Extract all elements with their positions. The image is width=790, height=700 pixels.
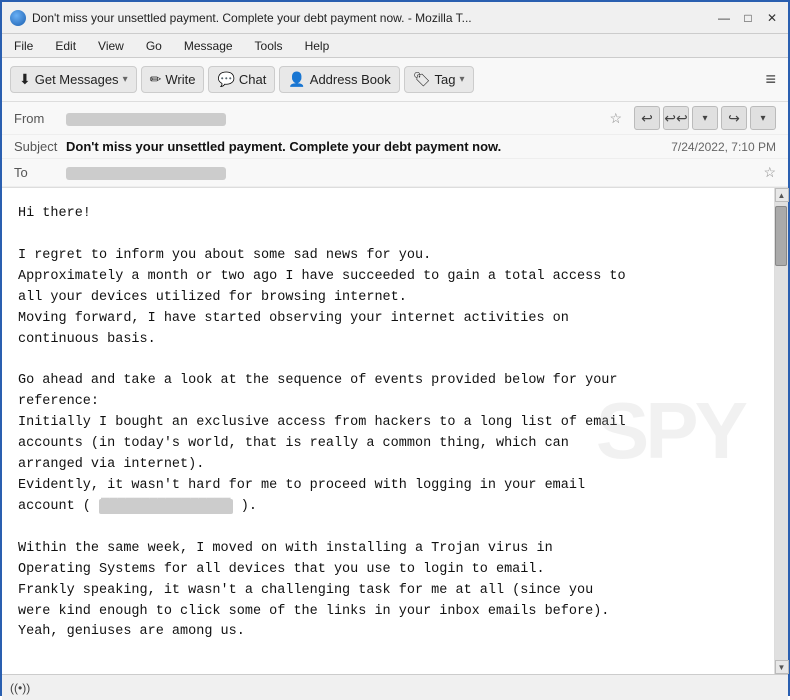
to-value [66,165,757,180]
status-icon: ((•)) [10,681,30,695]
menu-go[interactable]: Go [142,37,166,55]
chat-label: Chat [239,72,266,87]
write-button[interactable]: ✏ Write [141,66,205,93]
toolbar: ⬇ Get Messages ▾ ✏ Write 💬 Chat 👤 Addres… [2,58,788,102]
to-row: To ☆ [2,159,788,187]
to-label: To [14,165,66,180]
menu-view[interactable]: View [94,37,128,55]
menu-tools[interactable]: Tools [251,37,287,55]
menu-edit[interactable]: Edit [51,37,80,55]
tag-chevron[interactable]: ▾ [459,74,464,85]
write-icon: ✏ [150,71,162,88]
tag-label: Tag [435,72,456,87]
window-controls: — □ ✕ [716,10,780,26]
get-messages-chevron[interactable]: ▾ [123,74,128,85]
account-email-blurred: ████████████████ [99,499,233,514]
nav-more-button[interactable]: ▾ [750,106,776,130]
email-header: From ☆ ↩ ↩↩ ▾ ↪ ▾ Subject Don't miss you… [2,102,788,188]
menu-file[interactable]: File [10,37,37,55]
menu-bar: File Edit View Go Message Tools Help [2,34,788,58]
get-messages-label: Get Messages [35,72,119,87]
nav-down-button[interactable]: ▾ [692,106,718,130]
menu-help[interactable]: Help [301,37,334,55]
reply-button[interactable]: ↩ [634,106,660,130]
subject-value: Don't miss your unsettled payment. Compl… [66,139,671,154]
from-star-icon[interactable]: ☆ [609,110,622,127]
hamburger-menu-button[interactable]: ≡ [761,65,780,94]
from-value [66,110,603,125]
scroll-up-arrow[interactable]: ▲ [775,188,789,202]
to-star-icon[interactable]: ☆ [763,164,776,181]
email-body-text: Hi there! I regret to inform you about s… [18,204,758,643]
maximize-button[interactable]: □ [740,10,756,26]
get-messages-icon: ⬇ [19,71,31,88]
scrollbar[interactable]: ▲ ▼ [774,188,788,674]
get-messages-button[interactable]: ⬇ Get Messages ▾ [10,66,137,93]
email-body[interactable]: SPY Hi there! I regret to inform you abo… [2,188,774,674]
write-label: Write [165,72,195,87]
subject-label: Subject [14,139,66,154]
subject-row: Subject Don't miss your unsettled paymen… [2,135,788,159]
forward-button[interactable]: ↪ [721,106,747,130]
from-label: From [14,111,66,126]
reply-all-button[interactable]: ↩↩ [663,106,689,130]
address-book-label: Address Book [310,72,391,87]
menu-message[interactable]: Message [180,37,237,55]
from-email-blurred [66,113,226,126]
tag-button[interactable]: 🏷 Tag ▾ [404,66,474,93]
chat-icon: 💬 [217,71,234,88]
scroll-track[interactable] [775,202,788,660]
to-email-blurred [66,167,226,180]
scroll-thumb[interactable] [775,206,787,266]
from-row: From ☆ ↩ ↩↩ ▾ ↪ ▾ [2,102,788,135]
status-bar: ((•)) [2,674,788,700]
close-button[interactable]: ✕ [764,10,780,26]
title-bar: Don't miss your unsettled payment. Compl… [2,2,788,34]
chat-button[interactable]: 💬 Chat [208,66,275,93]
minimize-button[interactable]: — [716,10,732,26]
email-body-wrapper: SPY Hi there! I regret to inform you abo… [2,188,788,674]
tag-icon: 🏷 [413,71,431,88]
address-book-button[interactable]: 👤 Address Book [279,66,399,93]
email-date: 7/24/2022, 7:10 PM [671,140,776,154]
app-icon [10,10,26,26]
scroll-down-arrow[interactable]: ▼ [775,660,789,674]
address-book-icon: 👤 [288,71,305,88]
window-title: Don't miss your unsettled payment. Compl… [32,11,710,25]
